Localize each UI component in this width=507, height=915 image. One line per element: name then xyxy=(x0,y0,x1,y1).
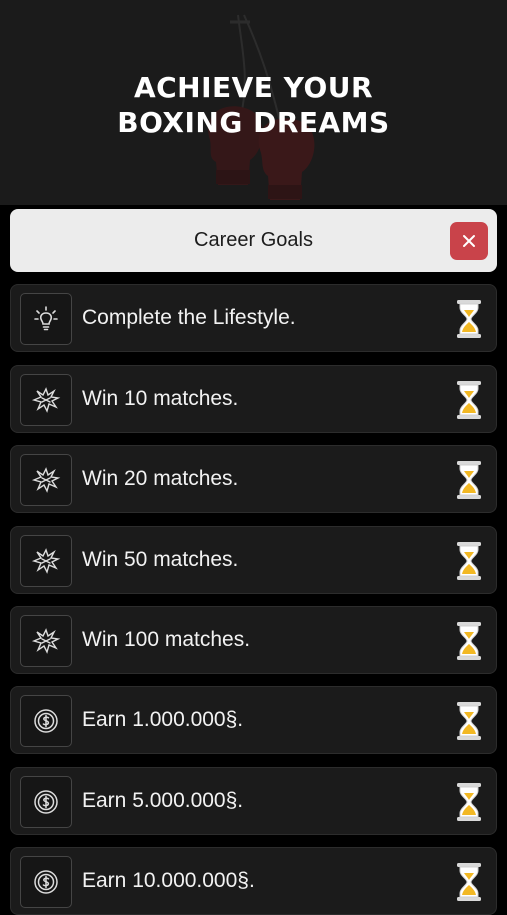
coin-icon xyxy=(34,870,58,894)
goal-icon-box xyxy=(20,776,72,828)
goal-row[interactable]: Earn 5.000.000§. xyxy=(10,767,497,835)
punch-impact-icon xyxy=(31,387,61,413)
hourglass-icon xyxy=(457,783,481,821)
goal-label: Complete the Lifestyle. xyxy=(82,306,296,329)
punch-impact-icon xyxy=(31,628,61,654)
page-title: Career Goals xyxy=(194,229,313,251)
coin-icon xyxy=(34,709,58,733)
punch-impact-icon xyxy=(31,467,61,493)
hourglass-icon xyxy=(457,863,481,901)
hourglass-icon xyxy=(457,461,481,499)
goal-row[interactable]: Earn 10.000.000§. xyxy=(10,847,497,915)
goal-row[interactable]: Win 50 matches. xyxy=(10,526,497,594)
goal-icon-box xyxy=(20,535,72,587)
hero-banner: ACHIEVE YOUR BOXING DREAMS xyxy=(0,0,507,205)
hourglass-icon xyxy=(457,702,481,740)
goal-icon-box xyxy=(20,695,72,747)
goal-label: Win 50 matches. xyxy=(82,548,239,571)
goal-icon-box xyxy=(20,374,72,426)
hourglass-icon xyxy=(457,542,481,580)
goal-row[interactable]: Earn 1.000.000§. xyxy=(10,686,497,754)
hourglass-icon xyxy=(457,381,481,419)
close-button[interactable] xyxy=(450,222,488,260)
goal-label: Win 100 matches. xyxy=(82,628,251,651)
hourglass-icon xyxy=(457,622,481,660)
goal-icon-box xyxy=(20,454,72,506)
hero-title: ACHIEVE YOUR BOXING DREAMS xyxy=(0,70,507,140)
coin-icon xyxy=(34,790,58,814)
goal-icon-box xyxy=(20,856,72,908)
lightbulb-icon xyxy=(34,306,58,331)
hero-title-line-1: ACHIEVE YOUR xyxy=(133,71,374,104)
goal-row[interactable]: Win 100 matches. xyxy=(10,606,497,674)
hero-title-line-2: BOXING DREAMS xyxy=(117,106,390,139)
close-icon xyxy=(463,235,475,247)
goal-label: Win 20 matches. xyxy=(82,467,239,490)
goal-icon-box xyxy=(20,615,72,667)
punch-impact-icon xyxy=(31,548,61,574)
goal-row[interactable]: Win 10 matches. xyxy=(10,365,497,433)
goal-label: Earn 1.000.000§. xyxy=(82,708,244,731)
goal-icon-box xyxy=(20,293,72,345)
goal-row[interactable]: Complete the Lifestyle. xyxy=(10,284,497,352)
goal-label: Earn 10.000.000§. xyxy=(82,869,255,892)
goal-label: Win 10 matches. xyxy=(82,387,239,410)
career-goals-header: Career Goals xyxy=(10,209,497,272)
goal-row[interactable]: Win 20 matches. xyxy=(10,445,497,513)
hourglass-icon xyxy=(457,300,481,338)
goal-label: Earn 5.000.000§. xyxy=(82,789,244,812)
